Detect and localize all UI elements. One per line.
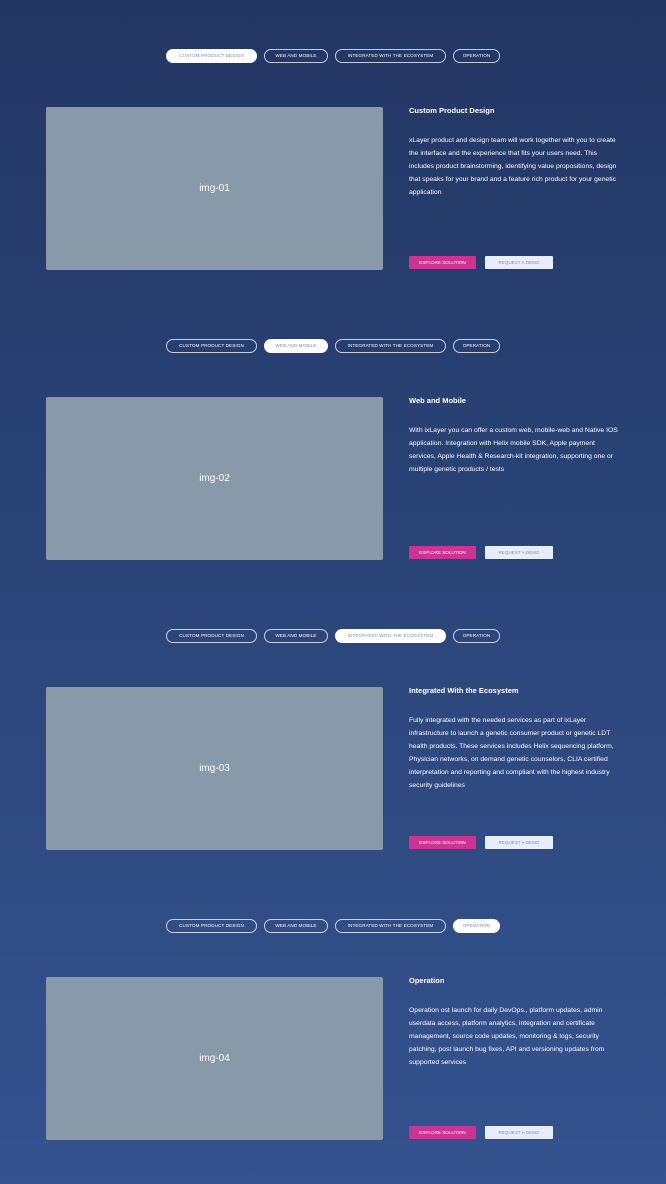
solution-section-web-and-mobile: Custom Product Design Web and Mobile Int… (0, 290, 666, 580)
image-label: img-04 (199, 1053, 230, 1064)
tab-custom-product-design[interactable]: Custom Product Design (166, 629, 257, 643)
section-title: Custom Product Design (409, 106, 495, 115)
tab-web-and-mobile[interactable]: Web and Mobile (264, 49, 328, 63)
tab-operation[interactable]: Operation (453, 49, 500, 63)
section-title: Web and Mobile (409, 396, 466, 405)
solution-tabs: Custom Product Design Web and Mobile Int… (0, 339, 666, 353)
section-image-placeholder: img-02 (46, 397, 383, 560)
tab-integrated-with-the-ecosystem[interactable]: Integrated With the Ecosystem (335, 339, 446, 353)
section-description: With ixLayer you can offer a custom web,… (409, 427, 618, 474)
section-buttons: Explore Solution Request a Demo (409, 256, 553, 269)
section-description: Operation ost launch for daily DevOps., … (409, 1007, 605, 1067)
solution-tabs: Custom Product Design Web and Mobile Int… (0, 919, 666, 933)
tab-web-and-mobile[interactable]: Web and Mobile (264, 919, 328, 933)
tab-custom-product-design[interactable]: Custom Product Design (166, 919, 257, 933)
explore-solution-button[interactable]: Explore Solution (409, 256, 476, 269)
solution-tabs: Custom Product Design Web and Mobile Int… (0, 629, 666, 643)
tab-integrated-with-the-ecosystem[interactable]: Integrated With the Ecosystem (335, 49, 446, 63)
image-label: img-01 (199, 183, 230, 194)
section-image-placeholder: img-01 (46, 107, 383, 270)
section-image-placeholder: img-04 (46, 977, 383, 1140)
tab-operation[interactable]: Operation (453, 629, 500, 643)
solution-section-custom-product-design: Custom Product Design Web and Mobile Int… (0, 0, 666, 290)
request-demo-button[interactable]: Request a Demo (485, 546, 553, 559)
explore-solution-button[interactable]: Explore Solution (409, 836, 476, 849)
section-title: Operation (409, 976, 445, 985)
section-image-placeholder: img-03 (46, 687, 383, 850)
tab-integrated-with-the-ecosystem[interactable]: Integrated With the Ecosystem (335, 919, 446, 933)
tab-custom-product-design[interactable]: Custom Product Design (166, 339, 257, 353)
section-buttons: Explore Solution Request a Demo (409, 1126, 553, 1139)
tab-custom-product-design[interactable]: Custom Product Design (166, 49, 257, 63)
explore-solution-button[interactable]: Explore Solution (409, 546, 476, 559)
section-content: Operation Operation ost launch for daily… (409, 976, 621, 1069)
section-content: Web and Mobile With ixLayer you can offe… (409, 396, 621, 476)
tab-web-and-mobile[interactable]: Web and Mobile (264, 339, 328, 353)
tab-web-and-mobile[interactable]: Web and Mobile (264, 629, 328, 643)
section-buttons: Explore Solution Request a Demo (409, 546, 553, 559)
tab-operation[interactable]: Operation (453, 919, 500, 933)
solution-section-integrated-with-the-ecosystem: Custom Product Design Web and Mobile Int… (0, 580, 666, 870)
tab-integrated-with-the-ecosystem[interactable]: Integrated With the Ecosystem (335, 629, 446, 643)
section-description: Fully integrated with the needed service… (409, 717, 614, 790)
solution-section-operation: Custom Product Design Web and Mobile Int… (0, 870, 666, 1160)
image-label: img-03 (199, 763, 230, 774)
section-buttons: Explore Solution Request a Demo (409, 836, 553, 849)
tab-operation[interactable]: Operation (453, 339, 500, 353)
section-content: Integrated With the Ecosystem Fully inte… (409, 686, 621, 793)
request-demo-button[interactable]: Request a Demo (485, 836, 553, 849)
request-demo-button[interactable]: Request a Demo (485, 1126, 553, 1139)
section-description: xLayer product and design team will work… (409, 137, 617, 197)
solution-tabs: Custom Product Design Web and Mobile Int… (0, 49, 666, 63)
section-title: Integrated With the Ecosystem (409, 686, 519, 695)
request-demo-button[interactable]: Request a Demo (485, 256, 553, 269)
image-label: img-02 (199, 473, 230, 484)
section-content: Custom Product Design xLayer product and… (409, 106, 621, 199)
explore-solution-button[interactable]: Explore Solution (409, 1126, 476, 1139)
